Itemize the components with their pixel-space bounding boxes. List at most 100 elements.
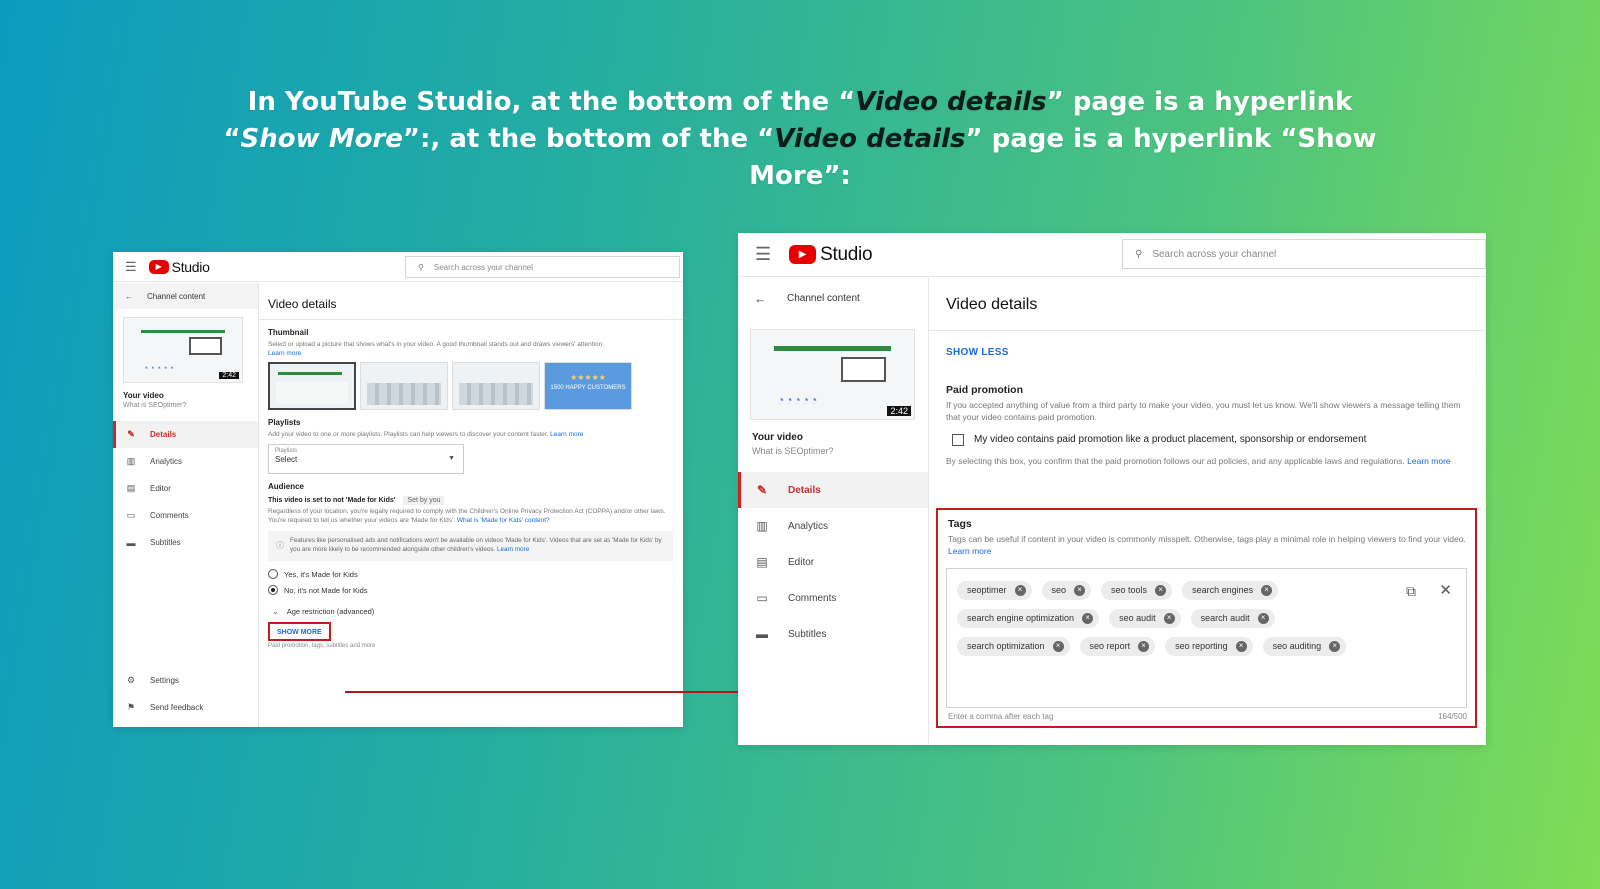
remove-tag-icon[interactable]: × xyxy=(1155,584,1167,596)
sidebar-item-send-feedback[interactable]: ⚑ Send feedback xyxy=(113,694,258,721)
tag-chip[interactable]: seo × xyxy=(1041,580,1092,600)
thumbnail-option-2[interactable] xyxy=(360,362,448,411)
close-icon[interactable]: ✕ xyxy=(1439,581,1452,599)
analytics-icon: ▥ xyxy=(126,456,136,466)
video-thumbnail[interactable]: ◔◔◔◔◔ 2:42 xyxy=(123,317,243,383)
video-name: What is SEOptimer? xyxy=(123,402,187,409)
video-name: What is SEOptimer? xyxy=(752,446,834,456)
top-bar: ☰ ▶ Studio ⚲ Search across your channel xyxy=(738,233,1486,277)
tag-chip[interactable]: seo reporting × xyxy=(1165,636,1253,656)
remove-tag-icon[interactable]: × xyxy=(1074,584,1086,596)
playlists-heading: Playlists xyxy=(268,418,301,428)
tags-learn-more-link[interactable]: Learn more xyxy=(948,546,991,556)
checkbox-box[interactable] xyxy=(952,433,964,446)
show-more-highlight: SHOW MORE xyxy=(268,622,331,642)
back-arrow-icon: ← xyxy=(125,291,133,301)
search-input[interactable]: ⚲ Search across your channel xyxy=(405,256,680,278)
back-to-channel-content[interactable]: ← Channel content xyxy=(738,278,928,319)
sidebar-item-comments[interactable]: ▭ Comments xyxy=(738,580,928,616)
remove-tag-icon[interactable]: × xyxy=(1257,612,1269,624)
remove-tag-icon[interactable]: × xyxy=(1329,640,1341,652)
sidebar-item-settings[interactable]: ⚙ Settings xyxy=(113,667,258,694)
remove-tag-icon[interactable]: × xyxy=(1261,584,1273,596)
tags-section-highlight: Tags Tags can be useful if content in yo… xyxy=(936,508,1477,728)
headline-em-1: Video details xyxy=(855,87,1047,117)
paid-promotion-desc: If you accepted anything of value from a… xyxy=(946,400,1461,422)
tag-chip[interactable]: seo auditing × xyxy=(1262,636,1347,656)
sidebar-item-comments[interactable]: ▭ Comments xyxy=(113,502,258,529)
sidebar-item-details[interactable]: ✎ Details xyxy=(113,421,258,448)
tag-chip[interactable]: search engines × xyxy=(1182,580,1279,600)
thumbnail-heading: Thumbnail xyxy=(268,328,309,337)
sidebar-item-analytics[interactable]: ▥ Analytics xyxy=(113,448,258,475)
show-less-link[interactable]: SHOW LESS xyxy=(946,347,1486,358)
thumbnail-option-1[interactable] xyxy=(268,362,356,411)
tag-chip[interactable]: search engine optimization × xyxy=(957,608,1100,628)
gear-icon: ⚙ xyxy=(126,675,136,685)
paid-learn-more-link[interactable]: Learn more xyxy=(1407,456,1450,466)
your-video-label: Your video xyxy=(752,432,803,443)
sidebar-item-subtitles[interactable]: ▬ Subtitles xyxy=(113,529,258,556)
tags-input[interactable]: seoptimer × seo × seo tools × search engines × s… xyxy=(946,567,1467,708)
menu-icon[interactable]: ☰ xyxy=(125,259,137,275)
tag-chip[interactable]: seo tools × xyxy=(1101,580,1173,600)
thumbnail-option-4[interactable]: ★★★★★ 1500 HAPPY CUSTOMERS xyxy=(544,362,632,411)
duration-badge: 2:42 xyxy=(887,406,911,416)
audience-desc: Regardless of your location, you're lega… xyxy=(268,508,666,525)
youtube-play-icon: ▶ xyxy=(148,259,169,274)
editor-icon: ▤ xyxy=(126,483,136,493)
pencil-icon: ✎ xyxy=(756,483,768,497)
thumbnail-option-3[interactable] xyxy=(452,362,540,411)
chevron-down-icon: ⌄ xyxy=(272,607,279,617)
playlists-select[interactable]: Playlists Select ▼ xyxy=(268,444,464,475)
sidebar-item-analytics[interactable]: ▥ Analytics xyxy=(738,508,928,544)
tag-chips: seoptimer × seo × seo tools × search engines × s… xyxy=(957,580,1367,656)
studio-logo[interactable]: ▶ Studio xyxy=(148,259,210,275)
remove-tag-icon[interactable]: × xyxy=(1082,612,1094,624)
tag-chip[interactable]: seo audit × xyxy=(1109,608,1181,628)
remove-tag-icon[interactable]: × xyxy=(1052,640,1064,652)
remove-tag-icon[interactable]: × xyxy=(1014,584,1026,596)
tag-chip[interactable]: seo report × xyxy=(1079,636,1156,656)
playlists-learn-more-link[interactable]: Learn more xyxy=(550,431,583,438)
made-for-kids-link[interactable]: What is 'Made for Kids' content? xyxy=(457,517,550,524)
age-restriction-toggle[interactable]: ⌄ Age restriction (advanced) xyxy=(268,607,673,616)
sidebar-item-editor[interactable]: ▤ Editor xyxy=(113,475,258,502)
sidebar-nav: ✎ Details ▥ Analytics ▤ Editor ▭ Comments ▬ S… xyxy=(738,472,928,652)
radio-made-for-kids-no[interactable]: No, it's not Made for Kids xyxy=(268,585,673,596)
sidebar: ← Channel content ◔◔◔◔◔ 2:42 Your video … xyxy=(113,283,259,727)
headline: In YouTube Studio, at the bottom of the … xyxy=(223,87,1377,191)
tag-chip[interactable]: search audit × xyxy=(1190,608,1275,628)
tag-chip[interactable]: seoptimer × xyxy=(957,580,1032,600)
comments-icon: ▭ xyxy=(126,510,136,520)
sidebar-item-editor[interactable]: ▤ Editor xyxy=(738,544,928,580)
search-icon: ⚲ xyxy=(1135,248,1143,260)
copy-icon[interactable]: ⧉ xyxy=(1406,583,1416,600)
show-more-link[interactable]: SHOW MORE xyxy=(277,629,322,636)
paid-promotion-checkbox[interactable]: My video contains paid promotion like a … xyxy=(952,433,1486,446)
playlists-desc: Add your video to one or more playlists.… xyxy=(268,431,584,439)
radio-made-for-kids-yes[interactable]: Yes, it's Made for Kids xyxy=(268,569,673,580)
paid-promotion-confirm: By selecting this box, you confirm that … xyxy=(946,455,1451,466)
thumbnail-learn-more-link[interactable]: Learn more xyxy=(268,350,301,357)
remove-tag-icon[interactable]: × xyxy=(1138,640,1150,652)
thumbnail-options: ★★★★★ 1500 HAPPY CUSTOMERS xyxy=(268,362,673,411)
set-by-badge: Set by you xyxy=(403,496,445,506)
paid-promotion-heading: Paid promotion xyxy=(946,384,1023,396)
info-learn-more-link[interactable]: Learn more xyxy=(497,546,529,553)
back-to-channel-content[interactable]: ← Channel content xyxy=(113,283,258,309)
main-content: Video details SHOW LESS Paid promotion I… xyxy=(929,278,1486,745)
headline-em-3: Video details xyxy=(774,124,966,154)
search-input[interactable]: ⚲ Search across your channel xyxy=(1122,239,1486,269)
studio-logo[interactable]: ▶ Studio xyxy=(789,244,873,266)
sidebar-item-details[interactable]: ✎ Details xyxy=(738,472,928,508)
top-bar: ☰ ▶ Studio ⚲ Search across your channel xyxy=(113,252,683,282)
tag-chip[interactable]: search optimization × xyxy=(957,636,1070,656)
pencil-icon: ✎ xyxy=(127,429,135,439)
remove-tag-icon[interactable]: × xyxy=(1235,640,1247,652)
remove-tag-icon[interactable]: × xyxy=(1163,612,1175,624)
tags-heading: Tags xyxy=(948,518,972,530)
sidebar-item-subtitles[interactable]: ▬ Subtitles xyxy=(738,616,928,652)
menu-icon[interactable]: ☰ xyxy=(755,244,771,265)
video-thumbnail[interactable]: ◔◔◔◔◔ 2:42 xyxy=(750,329,915,420)
